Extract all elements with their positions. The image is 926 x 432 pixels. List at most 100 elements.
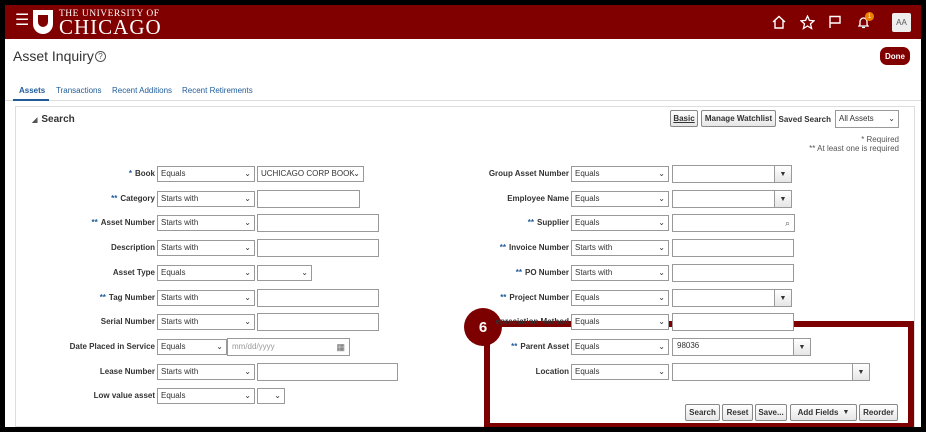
value-input-invoice-number[interactable]: [672, 239, 794, 257]
dropdown-arrow-icon[interactable]: ▼: [793, 339, 810, 355]
chevron-down-icon: ⌄: [244, 169, 251, 178]
manage-watchlist-button[interactable]: Manage Watchlist: [701, 110, 776, 127]
search-icon[interactable]: ⌕: [785, 215, 790, 231]
operator-select-asset-number[interactable]: Starts with ⌄: [157, 215, 255, 231]
menu-icon[interactable]: ☰: [15, 13, 29, 29]
tab-recent-retirements[interactable]: Recent Retirements: [182, 86, 253, 95]
field-label-text: epreciation Method: [495, 317, 569, 326]
operator-value: Starts with: [161, 367, 199, 376]
required-star: **: [511, 342, 518, 351]
lov-value: 98036: [677, 341, 700, 350]
required-star: **: [515, 268, 522, 277]
home-icon[interactable]: [771, 14, 787, 30]
tab-recent-additions[interactable]: Recent Additions: [112, 86, 172, 95]
required-note: * Required: [861, 135, 899, 144]
dropdown-arrow-icon[interactable]: ▼: [774, 290, 791, 306]
flag-icon[interactable]: [827, 14, 843, 30]
date-placeholder: mm/dd/yyyy: [232, 342, 275, 351]
operator-select-location[interactable]: Equals ⌄: [571, 364, 669, 380]
basic-button[interactable]: Basic: [670, 110, 698, 127]
value-lov-location[interactable]: ▼: [672, 363, 870, 381]
date-input-date-placed-in-service[interactable]: mm/dd/yyyy ▦: [227, 338, 350, 356]
field-label-text: PO Number: [524, 268, 569, 277]
value-select-asset-type[interactable]: ⌄: [257, 265, 312, 281]
operator-select-po-number[interactable]: Starts with ⌄: [571, 265, 669, 281]
value-input-po-number[interactable]: [672, 264, 794, 282]
saved-search-select[interactable]: All Assets ⌄: [835, 110, 899, 128]
operator-select-epreciation-method[interactable]: Equals ⌄: [571, 314, 669, 330]
tab-transactions[interactable]: Transactions: [56, 86, 102, 95]
dropdown-arrow-icon[interactable]: ▼: [774, 191, 791, 207]
favorites-star-icon[interactable]: [799, 14, 815, 30]
chevron-down-icon: ⌄: [658, 194, 665, 203]
done-button[interactable]: Done: [880, 47, 910, 65]
field-label-text: Serial Number: [100, 317, 155, 326]
operator-select-parent-asset[interactable]: Equals ⌄: [571, 339, 669, 355]
value-select-book[interactable]: UCHICAGO CORP BOOK ⌄: [257, 166, 364, 182]
chevron-down-icon: ⌄: [274, 391, 281, 400]
value-lov-employee-name[interactable]: ▼: [672, 190, 792, 208]
chevron-down-icon: ⌄: [888, 114, 895, 123]
tab-assets[interactable]: Assets: [19, 86, 45, 95]
operator-select-employee-name[interactable]: Equals ⌄: [571, 191, 669, 207]
operator-value: Equals: [161, 342, 186, 351]
field-label-description: Description: [5, 243, 155, 252]
operator-value: Equals: [161, 169, 186, 178]
operator-select-project-number[interactable]: Equals ⌄: [571, 290, 669, 306]
value-lov-group-asset-number[interactable]: ▼: [672, 165, 792, 183]
operator-value: Equals: [575, 169, 600, 178]
value-lov-project-number[interactable]: ▼: [672, 289, 792, 307]
operator-value: Starts with: [575, 243, 613, 252]
operator-select-asset-type[interactable]: Equals ⌄: [157, 265, 255, 281]
chevron-down-icon: ⌄: [353, 169, 360, 178]
dropdown-arrow-icon[interactable]: ▼: [774, 166, 791, 182]
field-label-text: Group Asset Number: [488, 169, 569, 178]
operator-select-low-value-asset[interactable]: Equals ⌄: [157, 388, 255, 404]
operator-select-group-asset-number[interactable]: Equals ⌄: [571, 166, 669, 182]
help-icon[interactable]: ?: [95, 51, 106, 62]
value-input-serial-number[interactable]: [257, 313, 379, 331]
operator-select-invoice-number[interactable]: Starts with ⌄: [571, 240, 669, 256]
search-section-header[interactable]: Search: [32, 114, 74, 125]
saved-search-value: All Assets: [839, 114, 874, 123]
operator-select-lease-number[interactable]: Starts with ⌄: [157, 364, 255, 380]
operator-select-supplier[interactable]: Equals ⌄: [571, 215, 669, 231]
dropdown-arrow-icon[interactable]: ▼: [852, 364, 869, 380]
operator-select-date-placed-in-service[interactable]: Equals ⌄: [157, 339, 227, 355]
operator-value: Starts with: [161, 293, 199, 302]
value-input-category[interactable]: [257, 190, 360, 208]
calendar-icon[interactable]: ▦: [336, 339, 345, 355]
notification-count-badge: 1: [865, 12, 874, 21]
page-title: Asset Inquiry: [13, 48, 94, 64]
field-label-text: Project Number: [509, 293, 569, 302]
operator-select-description[interactable]: Starts with ⌄: [157, 240, 255, 256]
field-label-parent-asset: ** Parent Asset: [405, 342, 569, 351]
chevron-down-icon: ⌄: [216, 342, 223, 351]
university-shield-logo: [33, 10, 53, 34]
field-label-po-number: ** PO Number: [405, 268, 569, 277]
value-lov-parent-asset[interactable]: 98036 ▼: [672, 338, 811, 356]
operator-select-category[interactable]: Starts with ⌄: [157, 191, 255, 207]
operator-select-tag-number[interactable]: Starts with ⌄: [157, 290, 255, 306]
user-avatar[interactable]: AA: [892, 13, 911, 32]
value-select-low-value-asset[interactable]: ⌄: [257, 388, 285, 404]
value-input-asset-number[interactable]: [257, 214, 379, 232]
field-label-text: Book: [135, 169, 155, 178]
chevron-down-icon: ⌄: [658, 243, 665, 252]
required-star: **: [499, 243, 506, 252]
field-label-location: Location: [405, 367, 569, 376]
field-label-epreciation-method: epreciation Method: [405, 317, 569, 326]
field-label-serial-number: Serial Number: [5, 317, 155, 326]
chevron-down-icon: ⌄: [244, 293, 251, 302]
operator-select-book[interactable]: Equals ⌄: [157, 166, 255, 182]
field-label-project-number: ** Project Number: [405, 293, 569, 302]
value-search-supplier[interactable]: ⌕: [672, 214, 795, 232]
value-input-description[interactable]: [257, 239, 379, 257]
value-input-lease-number[interactable]: [257, 363, 398, 381]
at-least-one-note: ** At least one is required: [809, 144, 899, 153]
operator-value: Equals: [161, 391, 186, 400]
value-input-epreciation-method[interactable]: [672, 313, 794, 331]
operator-select-serial-number[interactable]: Starts with ⌄: [157, 314, 255, 330]
value-input-tag-number[interactable]: [257, 289, 379, 307]
field-label-text: Asset Number: [100, 218, 155, 227]
